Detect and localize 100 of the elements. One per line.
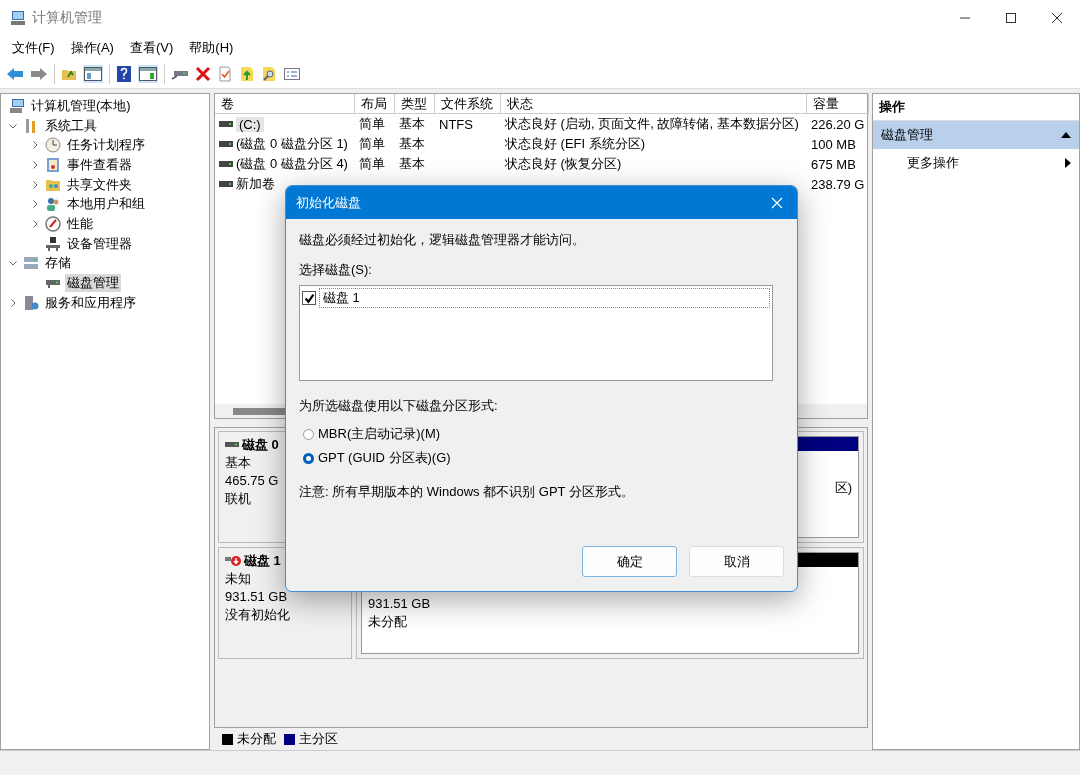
disk-info: 基本	[225, 454, 251, 472]
delete-icon[interactable]	[195, 66, 211, 82]
disk-info: 联机	[225, 490, 251, 508]
collapse-triangle-icon[interactable]	[1061, 132, 1071, 138]
computer-icon	[9, 97, 25, 114]
computer-icon	[10, 9, 26, 26]
back-arrow-icon[interactable]	[6, 66, 24, 82]
clock-icon	[45, 137, 61, 154]
export-icon[interactable]	[239, 66, 255, 82]
table-cell[interactable]: 新加卷	[236, 175, 275, 193]
table-cell: NTFS	[439, 116, 473, 132]
submenu-triangle-icon	[1065, 158, 1071, 168]
table-cell[interactable]: (C:)	[236, 116, 264, 132]
radio-label[interactable]: GPT (GUID 分区表)(G)	[318, 449, 451, 467]
column-header[interactable]: 类型	[395, 94, 435, 114]
table-cell: 状态良好 (EFI 系统分区)	[505, 135, 646, 153]
tree-item[interactable]: 任务计划程序	[65, 136, 147, 155]
dialog-note: 注意: 所有早期版本的 Windows 都不识别 GPT 分区形式。	[299, 483, 634, 501]
drive-icon	[219, 161, 233, 167]
list-item[interactable]: 磁盘 1	[319, 288, 770, 308]
table-cell: 基本	[399, 155, 425, 173]
table-cell: 675 MB	[811, 156, 856, 172]
list-icon[interactable]	[283, 66, 301, 82]
disk-info: 没有初始化	[225, 606, 290, 624]
drive-icon	[219, 141, 233, 147]
table-cell: 238.79 G	[811, 176, 865, 192]
table-cell: 简单	[359, 115, 385, 133]
field-label: 为所选磁盘使用以下磁盘分区形式:	[299, 397, 498, 415]
storage-icon	[23, 255, 39, 272]
table-cell: 226.20 G	[811, 116, 865, 132]
expand-chevron-icon[interactable]	[30, 140, 40, 151]
help-icon[interactable]	[116, 65, 132, 83]
expand-chevron-icon[interactable]	[8, 297, 18, 308]
column-header[interactable]: 布局	[355, 94, 395, 114]
column-header[interactable]: 文件系统	[435, 94, 501, 114]
disk-info: 465.75 G	[225, 472, 279, 490]
table-cell[interactable]: (磁盘 0 磁盘分区 1)	[236, 135, 348, 153]
table-cell: 简单	[359, 155, 385, 173]
disk-error-icon	[225, 555, 241, 567]
tree-item[interactable]: 系统工具	[43, 116, 99, 135]
legend-label: 主分区	[299, 730, 338, 748]
tree-item[interactable]: 性能	[65, 214, 95, 233]
table-cell: 100 MB	[811, 136, 856, 152]
expand-chevron-icon[interactable]	[30, 218, 40, 229]
drive-icon	[219, 181, 233, 187]
expand-chevron-icon[interactable]	[30, 199, 40, 210]
device-icon	[45, 235, 61, 252]
drive-icon	[219, 121, 233, 127]
expand-chevron-icon[interactable]	[30, 179, 40, 190]
radio-label[interactable]: MBR(主启动记录)(M)	[318, 425, 441, 443]
search-icon[interactable]	[261, 66, 277, 82]
users-icon	[45, 196, 61, 213]
table-cell[interactable]: (磁盘 0 磁盘分区 4)	[236, 155, 348, 173]
services-icon	[23, 294, 39, 311]
disk-info: 未知	[225, 570, 251, 588]
radio-button[interactable]	[303, 452, 314, 464]
column-header[interactable]: 卷	[215, 94, 355, 114]
forward-arrow-icon[interactable]	[30, 66, 48, 82]
partition-info: 区)	[834, 479, 852, 497]
perf-icon	[45, 215, 61, 232]
menu-item[interactable]: 操作(A)	[62, 38, 122, 57]
tree-item[interactable]: 存储	[43, 254, 73, 273]
dialog-title: 初始化磁盘	[296, 193, 361, 212]
dialog-message: 磁盘必须经过初始化，逻辑磁盘管理器才能访问。	[299, 231, 585, 249]
table-cell: 基本	[399, 135, 425, 153]
tree-pane-icon[interactable]	[83, 65, 103, 83]
disk-name: 磁盘 0	[242, 436, 279, 454]
partition-info: 931.51 GB	[368, 595, 431, 613]
menu-item[interactable]: 文件(F)	[4, 38, 63, 57]
column-header[interactable]: 容量	[807, 94, 869, 114]
expand-chevron-icon[interactable]	[30, 159, 40, 170]
window-title: 计算机管理	[32, 8, 102, 27]
menu-item[interactable]: 帮助(H)	[181, 38, 242, 57]
tree-item[interactable]: 计算机管理(本地)	[29, 96, 133, 115]
tree-item[interactable]: 磁盘管理	[65, 274, 121, 293]
action-link[interactable]: 更多操作	[907, 154, 959, 172]
table-cell: 状态良好 (恢复分区)	[505, 155, 622, 173]
table-cell: 简单	[359, 135, 385, 153]
menu-item[interactable]: 查看(V)	[121, 38, 182, 57]
ok-button[interactable]: 确定	[582, 546, 677, 577]
disk-info: 931.51 GB	[225, 588, 288, 606]
tree-item[interactable]: 设备管理器	[65, 234, 134, 253]
tree-item[interactable]: 共享文件夹	[65, 175, 134, 194]
action-pane-icon[interactable]	[138, 65, 158, 83]
partition-info: 未分配	[368, 613, 407, 631]
table-cell: 状态良好 (启动, 页面文件, 故障转储, 基本数据分区)	[505, 115, 799, 133]
column-header[interactable]: 状态	[501, 94, 807, 114]
table-cell: 基本	[399, 115, 425, 133]
actions-section[interactable]: 磁盘管理	[873, 121, 1079, 149]
legend-label: 未分配	[237, 730, 276, 748]
tree-item[interactable]: 事件查看器	[65, 155, 134, 174]
cancel-button[interactable]: 取消	[689, 546, 784, 577]
disk-name: 磁盘 1	[244, 552, 281, 570]
section-title: 磁盘管理	[881, 126, 933, 144]
tree-item[interactable]: 本地用户和组	[65, 195, 147, 214]
radio-button[interactable]	[303, 428, 314, 440]
properties-icon[interactable]	[217, 66, 233, 82]
close-icon[interactable]	[771, 196, 783, 209]
checkbox[interactable]	[302, 291, 316, 305]
tree-item[interactable]: 服务和应用程序	[43, 293, 138, 312]
